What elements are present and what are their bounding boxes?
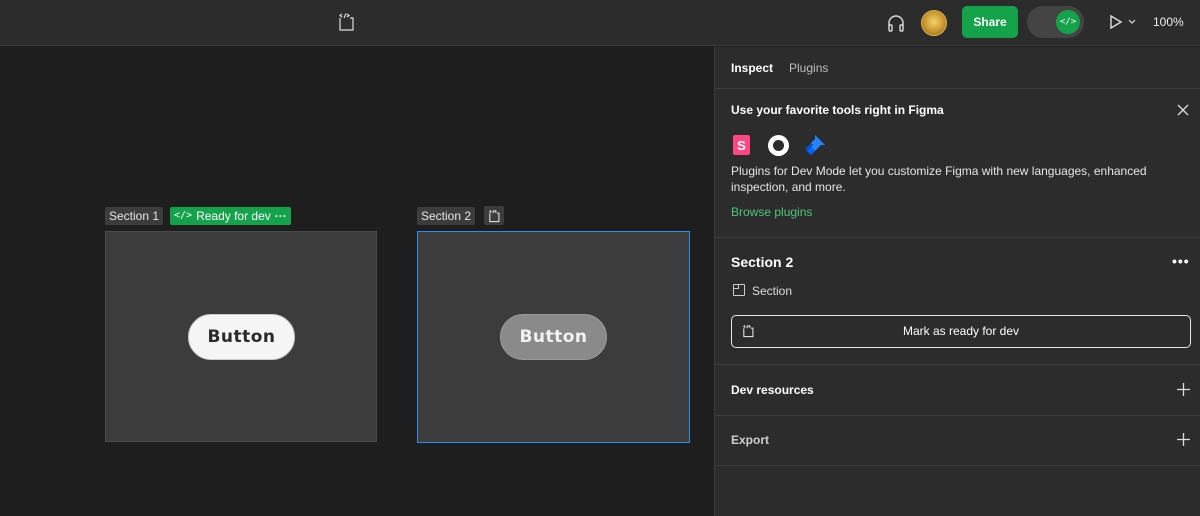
- ready-for-dev-label: Ready for dev: [196, 209, 271, 223]
- promo-title: Use your favorite tools right in Figma: [731, 103, 944, 117]
- storybook-plugin-icon[interactable]: S: [733, 135, 750, 155]
- zoom-level[interactable]: 100%: [1153, 15, 1184, 29]
- dev-mode-inspect-icon[interactable]: [334, 10, 358, 34]
- section-2-label[interactable]: Section 2: [417, 207, 476, 225]
- browse-plugins-link[interactable]: Browse plugins: [731, 205, 812, 219]
- share-button-label: Share: [973, 15, 1007, 29]
- button-component[interactable]: Button: [188, 314, 295, 360]
- section-1-label[interactable]: Section 1: [105, 207, 164, 225]
- promo-body: Plugins for Dev Mode let you customize F…: [731, 164, 1147, 194]
- tab-plugins[interactable]: Plugins: [789, 61, 828, 75]
- section-type-icon: [733, 284, 745, 296]
- section-1-frame[interactable]: Button: [105, 231, 377, 442]
- section-2-frame[interactable]: Button: [417, 231, 690, 443]
- mark-ready-label: Mark as ready for dev: [902, 324, 1020, 338]
- more-icon[interactable]: ···: [275, 207, 287, 225]
- button-component[interactable]: Button: [500, 314, 607, 360]
- code-icon: </>: [1059, 17, 1077, 27]
- inspect-panel: Inspect Plugins Use your favorite tools …: [714, 47, 1200, 516]
- mark-ready-for-dev-button[interactable]: Mark as ready for dev: [731, 315, 1191, 348]
- present-play-icon[interactable]: [1106, 12, 1126, 32]
- export-header[interactable]: Export: [731, 433, 769, 447]
- chevron-down-icon[interactable]: [1126, 16, 1138, 28]
- divider: [715, 364, 1200, 365]
- selection-type-label: Section: [752, 284, 793, 298]
- tab-inspect[interactable]: Inspect: [731, 61, 773, 75]
- selection-title: Section 2: [731, 254, 794, 270]
- share-button[interactable]: Share: [962, 6, 1018, 38]
- github-plugin-icon[interactable]: [768, 135, 789, 156]
- more-options-icon[interactable]: •••: [1172, 253, 1190, 269]
- close-icon[interactable]: [1174, 101, 1192, 119]
- panel-tabs: Inspect Plugins: [731, 47, 828, 89]
- headphones-icon[interactable]: [884, 11, 908, 35]
- jira-plugin-icon[interactable]: [804, 134, 826, 156]
- dev-mode-toggle[interactable]: </>: [1027, 6, 1084, 38]
- avatar[interactable]: [921, 10, 947, 36]
- code-icon: </>: [174, 210, 193, 221]
- dev-resources-header[interactable]: Dev resources: [731, 383, 814, 397]
- toolbar: Share </> 100%: [0, 0, 1200, 46]
- mark-ready-icon[interactable]: [484, 206, 504, 225]
- divider: [715, 415, 1200, 416]
- dev-mode-toggle-knob: </>: [1056, 10, 1080, 34]
- ready-for-dev-badge[interactable]: </> Ready for dev ···: [170, 207, 291, 225]
- divider: [715, 88, 1200, 89]
- add-export-icon[interactable]: [1175, 431, 1191, 447]
- divider: [715, 237, 1200, 238]
- add-dev-resource-icon[interactable]: [1175, 381, 1191, 397]
- canvas[interactable]: Section 1 </> Ready for dev ··· Button S…: [0, 47, 714, 516]
- divider: [715, 465, 1200, 466]
